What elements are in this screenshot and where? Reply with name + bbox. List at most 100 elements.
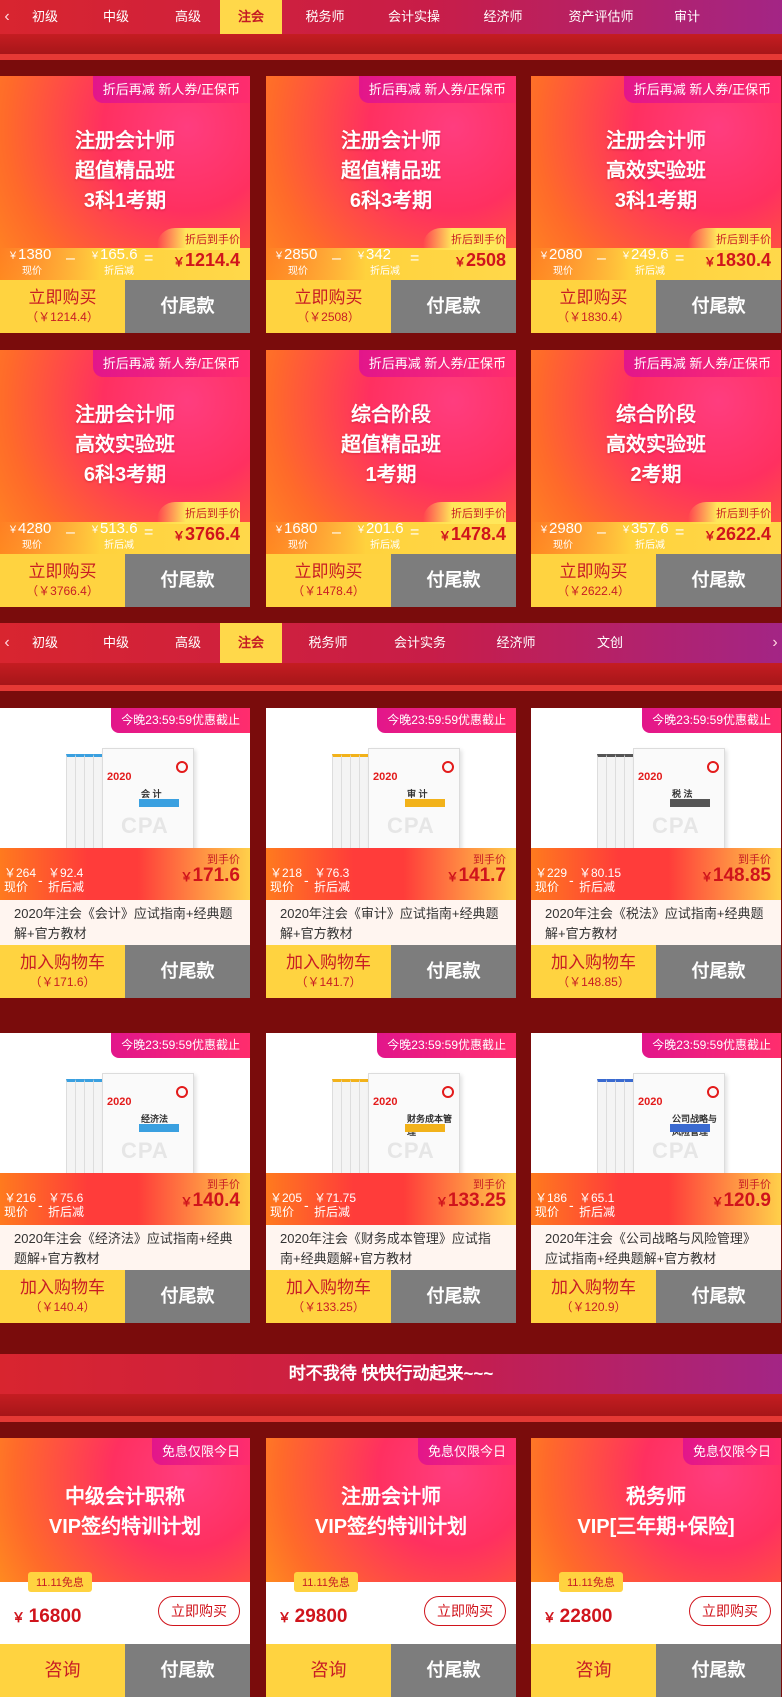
final-price-label: 折后到手价 [688,502,771,524]
consult-button[interactable]: 咨询 [266,1644,391,1697]
class-title-line: 综合阶段 [351,404,431,426]
original-price: ￥1680 现价 [274,520,318,551]
action-row: 立即购买 （￥1478.4） 付尾款 [266,554,516,607]
buy-now-button[interactable]: 立即购买 （￥2508） [266,280,391,333]
add-to-cart-button[interactable]: 加入购物车 （￥171.6） [0,945,125,998]
book-description[interactable]: 2020年注会《公司战略与风险管理》应试指南+经典题解+官方教材 [531,1225,781,1271]
chevron-left-icon[interactable]: ‹ [0,634,14,652]
add-to-cart-button[interactable]: 加入购物车 （￥148.85） [531,945,656,998]
tab-chuji[interactable]: 初级 [14,623,76,663]
tab-zhuhui[interactable]: 注会 [220,0,282,34]
buy-now-button[interactable]: 立即购买 [424,1596,506,1626]
minus-sign: – [332,524,341,541]
tab-zichanpinggushi[interactable]: 资产评估师 [546,0,656,34]
pay-balance-button[interactable]: 付尾款 [125,945,250,998]
pay-balance-button[interactable]: 付尾款 [656,945,781,998]
class-poster[interactable]: 折后再减 新人券/正保币 注册会计师 超值精品班 6科3考期 折后到手价 ￥2850 现价 –… [266,76,516,280]
pay-balance-button[interactable]: 付尾款 [391,554,516,607]
buy-now-button[interactable]: 立即购买 （￥2622.4） [531,554,656,607]
tab-gaoji[interactable]: 高级 [156,623,220,663]
class-poster[interactable]: 折后再减 新人券/正保币 注册会计师 高效实验班 6科3考期 折后到手价 ￥4280 现价 –… [0,350,250,554]
pay-balance-button[interactable]: 付尾款 [125,1644,250,1697]
pay-balance-button[interactable]: 付尾款 [656,554,781,607]
vip-title-line: VIP签约特训计划 [314,1516,468,1538]
book-description[interactable]: 2020年注会《审计》应试指南+经典题解+官方教材 [266,900,516,946]
interest-free-badge: 11.11免息 [559,1572,623,1592]
add-to-cart-button[interactable]: 加入购物车 （￥141.7） [266,945,391,998]
pay-balance-button[interactable]: 付尾款 [391,1270,516,1323]
buy-now-button[interactable]: 立即购买 （￥3766.4） [0,554,125,607]
book-poster[interactable]: 今晚23:59:59优惠截止 2020 会 计 CPA [0,708,250,870]
tab-shuiwushi[interactable]: 税务师 [282,623,374,663]
add-to-cart-button[interactable]: 加入购物车 （￥133.25） [266,1270,391,1323]
book-poster[interactable]: 今晚23:59:59优惠截止 2020 经济法 CPA [0,1033,250,1195]
book-card: 今晚23:59:59优惠截止 2020 经济法 CPA 到手价 ￥216 现价 - ￥75.6 折… [0,1033,250,1323]
minus-sign: - [569,872,574,888]
vip-poster[interactable]: 免息仅限今日 税务师 VIP[三年期+保险] [531,1438,781,1582]
tab-kuaijishicao[interactable]: 会计实操 [368,0,460,34]
tab-zhongji[interactable]: 中级 [76,623,156,663]
class-title-line: 高效实验班 [606,160,706,182]
add-to-cart-button[interactable]: 加入购物车 （￥120.9） [531,1270,656,1323]
chevron-right-icon[interactable]: › [768,634,782,652]
class-poster[interactable]: 折后再减 新人券/正保币 注册会计师 超值精品班 3科1考期 折后到手价 ￥1380 现价 –… [0,76,250,280]
minus-sign: - [304,1197,309,1213]
book-poster[interactable]: 今晚23:59:59优惠截止 2020 税 法 CPA [531,708,781,870]
tab-gaoji[interactable]: 高级 [156,0,220,34]
tab-zhongji[interactable]: 中级 [76,0,156,34]
vip-card: 免息仅限今日 注册会计师 VIP签约特训计划 11.11免息 ￥ 29800 立即购买 咨询… [266,1438,516,1697]
tab-wenchuang[interactable]: 文创 [566,623,654,663]
tab-jingjishi[interactable]: 经济师 [466,623,566,663]
book-cover-image: 2020 财务成本管理 CPA [332,1073,462,1185]
book-description[interactable]: 2020年注会《经济法》应试指南+经典题解+官方教材 [0,1225,250,1271]
tab-shuiwushi[interactable]: 税务师 [282,0,368,34]
original-price: ￥264 现价 [4,866,37,894]
pay-balance-button[interactable]: 付尾款 [125,554,250,607]
minus-sign: – [332,250,341,267]
chevron-left-icon[interactable]: ‹ [0,8,14,26]
tab-jingjishi[interactable]: 经济师 [460,0,546,34]
add-to-cart-button[interactable]: 加入购物车 （￥140.4） [0,1270,125,1323]
original-price: ￥2080 现价 [539,246,583,277]
final-price: ￥171.6 [180,865,240,886]
pay-balance-button[interactable]: 付尾款 [656,1270,781,1323]
pay-balance-button[interactable]: 付尾款 [391,1644,516,1697]
equals-sign: = [410,524,420,541]
class-poster[interactable]: 折后再减 新人券/正保币 注册会计师 高效实验班 3科1考期 折后到手价 ￥2080 现价 –… [531,76,781,280]
buy-now-button[interactable]: 立即购买 （￥1830.4） [531,280,656,333]
class-card: 折后再减 新人券/正保币 注册会计师 高效实验班 3科1考期 折后到手价 ￥2080 现价 –… [531,76,781,333]
class-title-line: 高效实验班 [75,434,175,456]
class-poster[interactable]: 折后再减 新人券/正保币 综合阶段 超值精品班 1考期 折后到手价 ￥1680 现价 – ￥20… [266,350,516,554]
vip-poster[interactable]: 免息仅限今日 注册会计师 VIP签约特训计划 [266,1438,516,1582]
vip-poster[interactable]: 免息仅限今日 中级会计职称 VIP签约特训计划 [0,1438,250,1582]
pay-balance-button[interactable]: 付尾款 [391,945,516,998]
pay-balance-button[interactable]: 付尾款 [125,280,250,333]
pay-balance-button[interactable]: 付尾款 [391,280,516,333]
vip-card: 免息仅限今日 税务师 VIP[三年期+保险] 11.11免息 ￥ 22800 立即购买 咨询… [531,1438,781,1697]
pay-balance-button[interactable]: 付尾款 [656,280,781,333]
tab-shenji[interactable]: 审计 [656,0,718,34]
pay-balance-button[interactable]: 付尾款 [656,1644,781,1697]
buy-now-button[interactable]: 立即购买 （￥1478.4） [266,554,391,607]
buy-now-button[interactable]: 立即购买 [158,1596,240,1626]
deadline-tag: 今晚23:59:59优惠截止 [377,1033,516,1058]
pay-balance-button[interactable]: 付尾款 [125,1270,250,1323]
consult-button[interactable]: 咨询 [531,1644,656,1697]
book-description[interactable]: 2020年注会《会计》应试指南+经典题解+官方教材 [0,900,250,946]
book-description[interactable]: 2020年注会《财务成本管理》应试指南+经典题解+官方教材 [266,1225,516,1271]
class-poster[interactable]: 折后再减 新人券/正保币 综合阶段 高效实验班 2考期 折后到手价 ￥2980 现价 – ￥35… [531,350,781,554]
buy-now-button[interactable]: 立即购买 （￥1214.4） [0,280,125,333]
deadline-tag: 今晚23:59:59优惠截止 [377,708,516,733]
book-poster[interactable]: 今晚23:59:59优惠截止 2020 财务成本管理 CPA [266,1033,516,1195]
tab-kuaijishiwu[interactable]: 会计实务 [374,623,466,663]
buy-now-button[interactable]: 立即购买 [689,1596,771,1626]
deadline-tag: 今晚23:59:59优惠截止 [642,708,781,733]
consult-button[interactable]: 咨询 [0,1644,125,1697]
tab-chuji[interactable]: 初级 [14,0,76,34]
class-title-line: 3科1考期 [614,190,698,212]
book-poster[interactable]: 今晚23:59:59优惠截止 2020 审 计 CPA [266,708,516,870]
tab-zhuhui[interactable]: 注会 [220,623,282,663]
book-poster[interactable]: 今晚23:59:59优惠截止 2020 公司战略与风险管理 CPA [531,1033,781,1195]
original-price: ￥205 现价 [270,1191,303,1219]
book-description[interactable]: 2020年注会《税法》应试指南+经典题解+官方教材 [531,900,781,946]
